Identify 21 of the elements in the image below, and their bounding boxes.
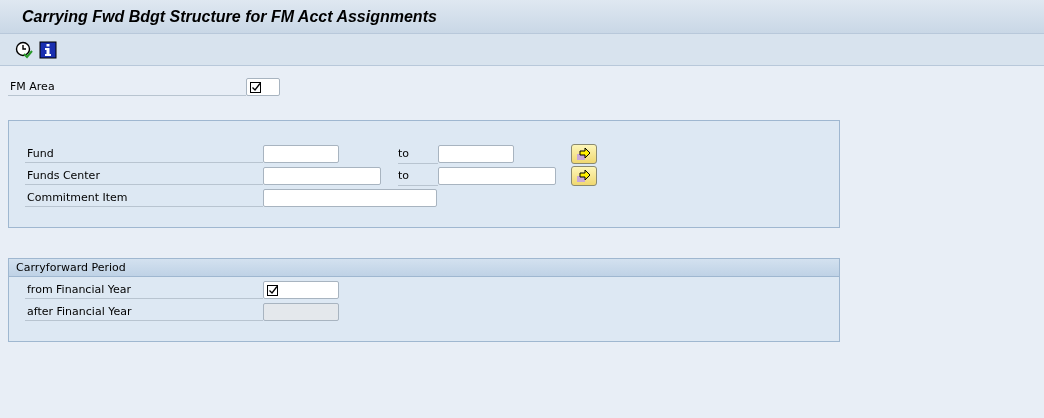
field-label: from Financial Year — [25, 281, 263, 299]
field-label: Funds Center — [25, 167, 263, 185]
clock-check-icon[interactable] — [15, 40, 33, 59]
input-field[interactable] — [263, 145, 339, 163]
input-field[interactable] — [263, 167, 381, 185]
field-label: Fund — [25, 145, 263, 163]
multiple-selection-button[interactable] — [571, 166, 597, 186]
info-icon[interactable] — [39, 40, 57, 59]
input-field[interactable] — [438, 145, 514, 163]
field-label: FM Area — [8, 78, 246, 96]
input-field[interactable] — [438, 167, 556, 185]
field-label: after Financial Year — [25, 303, 263, 321]
input-field[interactable] — [263, 281, 339, 299]
input-field[interactable] — [263, 189, 437, 207]
multiple-selection-button[interactable] — [571, 144, 597, 164]
input-field[interactable] — [246, 78, 280, 96]
field-label: Commitment Item — [25, 189, 263, 207]
group-title: Carryforward Period — [9, 259, 839, 277]
arrow-icon — [576, 169, 592, 183]
window-title: Carrying Fwd Bdgt Structure for FM Acct Assignments — [22, 7, 437, 26]
arrow-icon — [576, 147, 592, 161]
